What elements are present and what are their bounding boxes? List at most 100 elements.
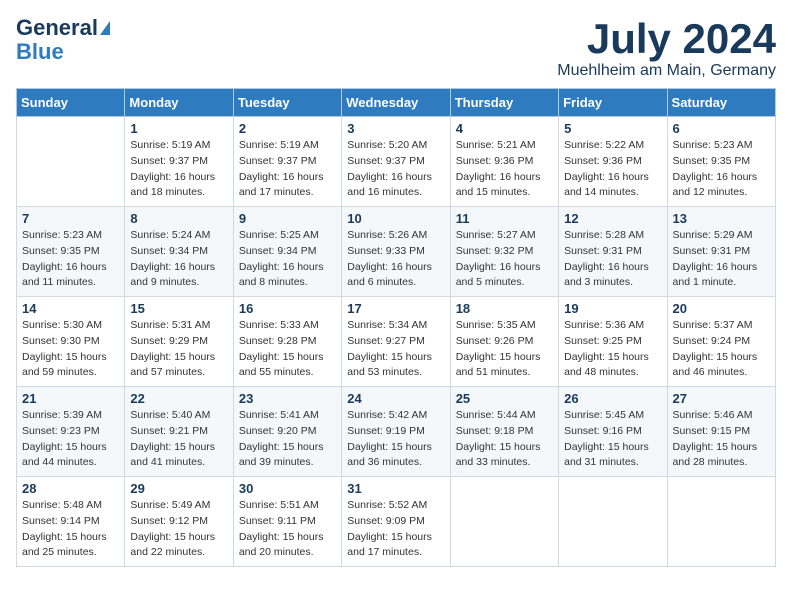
logo-blue: Blue bbox=[16, 40, 64, 64]
calendar-cell bbox=[559, 477, 667, 567]
day-number: 31 bbox=[347, 481, 444, 496]
title-block: July 2024 Muehlheim am Main, Germany bbox=[557, 16, 776, 80]
day-number: 1 bbox=[130, 121, 227, 136]
calendar-cell: 25Sunrise: 5:44 AM Sunset: 9:18 PM Dayli… bbox=[450, 387, 558, 477]
calendar-cell: 12Sunrise: 5:28 AM Sunset: 9:31 PM Dayli… bbox=[559, 207, 667, 297]
calendar-cell: 21Sunrise: 5:39 AM Sunset: 9:23 PM Dayli… bbox=[17, 387, 125, 477]
day-number: 26 bbox=[564, 391, 661, 406]
day-details: Sunrise: 5:23 AM Sunset: 9:35 PM Dayligh… bbox=[673, 138, 770, 201]
day-number: 27 bbox=[673, 391, 770, 406]
calendar-cell bbox=[17, 117, 125, 207]
day-number: 29 bbox=[130, 481, 227, 496]
calendar-cell: 2 Sunrise: 5:19 AM Sunset: 9:37 PM Daylig… bbox=[233, 117, 341, 207]
column-header-saturday: Saturday bbox=[667, 89, 775, 117]
calendar-cell: 27 Sunrise: 5:46 AM Sunset: 9:15 PM Dayli… bbox=[667, 387, 775, 477]
calendar-table: SundayMondayTuesdayWednesdayThursdayFrid… bbox=[16, 88, 776, 567]
day-details: Sunrise: 5:33 AM Sunset: 9:28 PM Dayligh… bbox=[239, 318, 336, 381]
calendar-week-row: 21Sunrise: 5:39 AM Sunset: 9:23 PM Dayli… bbox=[17, 387, 776, 477]
calendar-week-row: 7 Sunrise: 5:23 AM Sunset: 9:35 PM Daylig… bbox=[17, 207, 776, 297]
column-header-monday: Monday bbox=[125, 89, 233, 117]
day-number: 16 bbox=[239, 301, 336, 316]
day-number: 2 bbox=[239, 121, 336, 136]
day-details: Sunrise: 5:46 AM Sunset: 9:15 PM Dayligh… bbox=[673, 408, 770, 471]
calendar-week-row: 28 Sunrise: 5:48 AM Sunset: 9:14 PM Dayli… bbox=[17, 477, 776, 567]
day-details: Sunrise: 5:34 AM Sunset: 9:27 PM Dayligh… bbox=[347, 318, 444, 381]
day-number: 25 bbox=[456, 391, 553, 406]
calendar-cell: 19 Sunrise: 5:36 AM Sunset: 9:25 PM Dayli… bbox=[559, 297, 667, 387]
day-number: 22 bbox=[130, 391, 227, 406]
calendar-cell: 1 Sunrise: 5:19 AM Sunset: 9:37 PM Daylig… bbox=[125, 117, 233, 207]
calendar-cell: 24Sunrise: 5:42 AM Sunset: 9:19 PM Dayli… bbox=[342, 387, 450, 477]
day-number: 8 bbox=[130, 211, 227, 226]
day-details: Sunrise: 5:27 AM Sunset: 9:32 PM Dayligh… bbox=[456, 228, 553, 291]
day-details: Sunrise: 5:41 AM Sunset: 9:20 PM Dayligh… bbox=[239, 408, 336, 471]
day-details: Sunrise: 5:30 AM Sunset: 9:30 PM Dayligh… bbox=[22, 318, 119, 381]
day-details: Sunrise: 5:35 AM Sunset: 9:26 PM Dayligh… bbox=[456, 318, 553, 381]
day-number: 20 bbox=[673, 301, 770, 316]
calendar-cell bbox=[450, 477, 558, 567]
logo-triangle-icon bbox=[100, 21, 110, 35]
day-details: Sunrise: 5:36 AM Sunset: 9:25 PM Dayligh… bbox=[564, 318, 661, 381]
column-header-sunday: Sunday bbox=[17, 89, 125, 117]
day-number: 11 bbox=[456, 211, 553, 226]
calendar-cell: 10Sunrise: 5:26 AM Sunset: 9:33 PM Dayli… bbox=[342, 207, 450, 297]
calendar-week-row: 14 Sunrise: 5:30 AM Sunset: 9:30 PM Dayli… bbox=[17, 297, 776, 387]
day-number: 23 bbox=[239, 391, 336, 406]
day-number: 7 bbox=[22, 211, 119, 226]
calendar-cell: 30Sunrise: 5:51 AM Sunset: 9:11 PM Dayli… bbox=[233, 477, 341, 567]
day-details: Sunrise: 5:19 AM Sunset: 9:37 PM Dayligh… bbox=[239, 138, 336, 201]
calendar-week-row: 1 Sunrise: 5:19 AM Sunset: 9:37 PM Daylig… bbox=[17, 117, 776, 207]
calendar-cell: 22 Sunrise: 5:40 AM Sunset: 9:21 PM Dayli… bbox=[125, 387, 233, 477]
day-number: 21 bbox=[22, 391, 119, 406]
day-details: Sunrise: 5:20 AM Sunset: 9:37 PM Dayligh… bbox=[347, 138, 444, 201]
day-details: Sunrise: 5:48 AM Sunset: 9:14 PM Dayligh… bbox=[22, 498, 119, 561]
calendar-cell: 3 Sunrise: 5:20 AM Sunset: 9:37 PM Daylig… bbox=[342, 117, 450, 207]
day-number: 10 bbox=[347, 211, 444, 226]
day-details: Sunrise: 5:49 AM Sunset: 9:12 PM Dayligh… bbox=[130, 498, 227, 561]
calendar-cell: 16 Sunrise: 5:33 AM Sunset: 9:28 PM Dayli… bbox=[233, 297, 341, 387]
day-details: Sunrise: 5:45 AM Sunset: 9:16 PM Dayligh… bbox=[564, 408, 661, 471]
column-header-friday: Friday bbox=[559, 89, 667, 117]
day-details: Sunrise: 5:19 AM Sunset: 9:37 PM Dayligh… bbox=[130, 138, 227, 201]
day-number: 4 bbox=[456, 121, 553, 136]
logo: General Blue bbox=[16, 16, 110, 64]
calendar-header-row: SundayMondayTuesdayWednesdayThursdayFrid… bbox=[17, 89, 776, 117]
calendar-cell: 11 Sunrise: 5:27 AM Sunset: 9:32 PM Dayli… bbox=[450, 207, 558, 297]
calendar-cell: 13 Sunrise: 5:29 AM Sunset: 9:31 PM Dayli… bbox=[667, 207, 775, 297]
day-number: 28 bbox=[22, 481, 119, 496]
day-number: 30 bbox=[239, 481, 336, 496]
month-title: July 2024 bbox=[557, 16, 776, 62]
page-header: General Blue July 2024 Muehlheim am Main… bbox=[16, 16, 776, 80]
day-number: 19 bbox=[564, 301, 661, 316]
calendar-cell: 26 Sunrise: 5:45 AM Sunset: 9:16 PM Dayli… bbox=[559, 387, 667, 477]
calendar-cell: 4Sunrise: 5:21 AM Sunset: 9:36 PM Daylig… bbox=[450, 117, 558, 207]
day-number: 5 bbox=[564, 121, 661, 136]
calendar-cell: 28 Sunrise: 5:48 AM Sunset: 9:14 PM Dayli… bbox=[17, 477, 125, 567]
day-details: Sunrise: 5:22 AM Sunset: 9:36 PM Dayligh… bbox=[564, 138, 661, 201]
calendar-cell: 7 Sunrise: 5:23 AM Sunset: 9:35 PM Daylig… bbox=[17, 207, 125, 297]
day-number: 6 bbox=[673, 121, 770, 136]
column-header-thursday: Thursday bbox=[450, 89, 558, 117]
day-details: Sunrise: 5:24 AM Sunset: 9:34 PM Dayligh… bbox=[130, 228, 227, 291]
calendar-cell: 29 Sunrise: 5:49 AM Sunset: 9:12 PM Dayli… bbox=[125, 477, 233, 567]
day-number: 9 bbox=[239, 211, 336, 226]
location: Muehlheim am Main, Germany bbox=[557, 62, 776, 80]
calendar-cell: 17 Sunrise: 5:34 AM Sunset: 9:27 PM Dayli… bbox=[342, 297, 450, 387]
day-number: 15 bbox=[130, 301, 227, 316]
calendar-cell: 8 Sunrise: 5:24 AM Sunset: 9:34 PM Daylig… bbox=[125, 207, 233, 297]
calendar-cell: 6 Sunrise: 5:23 AM Sunset: 9:35 PM Daylig… bbox=[667, 117, 775, 207]
day-number: 3 bbox=[347, 121, 444, 136]
calendar-cell: 18Sunrise: 5:35 AM Sunset: 9:26 PM Dayli… bbox=[450, 297, 558, 387]
column-header-wednesday: Wednesday bbox=[342, 89, 450, 117]
day-details: Sunrise: 5:23 AM Sunset: 9:35 PM Dayligh… bbox=[22, 228, 119, 291]
day-number: 17 bbox=[347, 301, 444, 316]
day-number: 13 bbox=[673, 211, 770, 226]
calendar-cell: 20Sunrise: 5:37 AM Sunset: 9:24 PM Dayli… bbox=[667, 297, 775, 387]
day-details: Sunrise: 5:29 AM Sunset: 9:31 PM Dayligh… bbox=[673, 228, 770, 291]
calendar-cell: 23 Sunrise: 5:41 AM Sunset: 9:20 PM Dayli… bbox=[233, 387, 341, 477]
day-number: 14 bbox=[22, 301, 119, 316]
day-details: Sunrise: 5:42 AM Sunset: 9:19 PM Dayligh… bbox=[347, 408, 444, 471]
day-number: 12 bbox=[564, 211, 661, 226]
day-details: Sunrise: 5:40 AM Sunset: 9:21 PM Dayligh… bbox=[130, 408, 227, 471]
calendar-cell: 5 Sunrise: 5:22 AM Sunset: 9:36 PM Daylig… bbox=[559, 117, 667, 207]
